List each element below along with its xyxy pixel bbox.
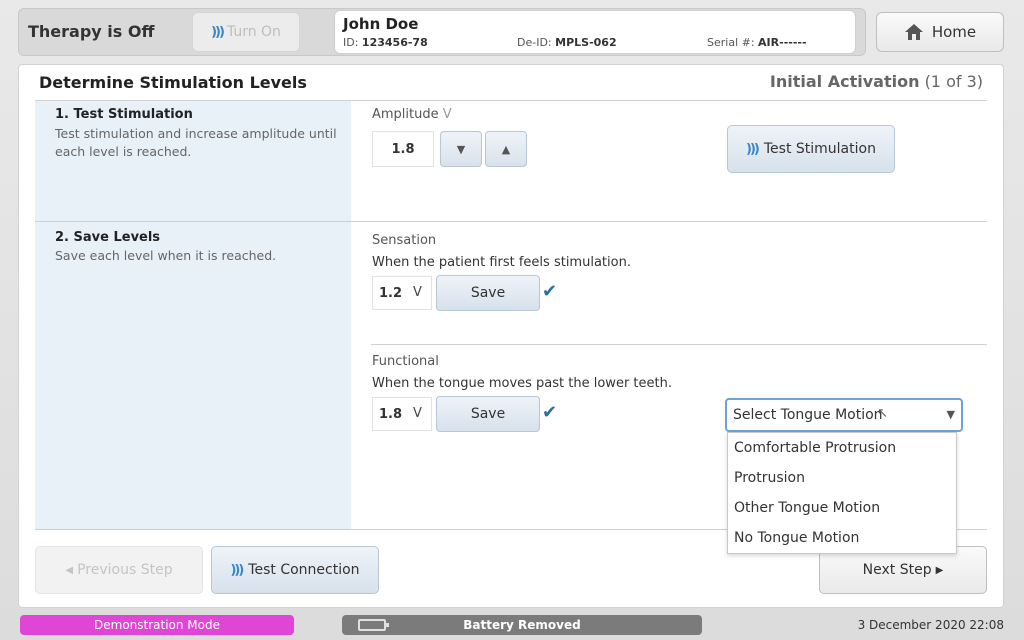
tongue-motion-select[interactable]: Select Tongue Motion ↖ ▼ (725, 398, 963, 432)
tongue-motion-placeholder: Select Tongue Motion (733, 407, 883, 423)
demonstration-mode-badge: Demonstration Mode (20, 615, 294, 635)
save-levels-description: Save each level when it is reached. (55, 248, 277, 263)
tongue-motion-option[interactable]: No Tongue Motion (728, 523, 956, 553)
battery-status-badge: Battery Removed (342, 615, 702, 635)
steps-panel (35, 101, 351, 529)
amplitude-label-text: Amplitude (372, 107, 439, 122)
save-levels-title: 2. Save Levels (55, 230, 161, 245)
amplitude-value: 1.8 (372, 131, 434, 167)
sensation-value-box: 1.2 (372, 276, 432, 310)
mouse-cursor-icon: ↖ (877, 406, 888, 421)
check-icon: ✔ (542, 402, 558, 423)
patient-serial-value: AIR------ (758, 36, 807, 49)
chevron-down-icon: ▼ (946, 408, 955, 421)
turn-on-button[interactable]: ))) Turn On (192, 12, 300, 52)
check-icon: ✔ (542, 281, 558, 302)
step-name: Initial Activation (769, 72, 920, 91)
patient-name: John Doe (343, 15, 419, 33)
divider (371, 344, 987, 345)
save-functional-button[interactable]: Save (436, 396, 540, 432)
battery-status-label: Battery Removed (463, 618, 581, 632)
datetime: 3 December 2020 22:08 (857, 618, 1004, 632)
therapy-status: Therapy is Off (28, 22, 155, 41)
step-indicator: Initial Activation (1 of 3) (770, 72, 983, 91)
arrow-down-icon: ▼ (456, 142, 466, 156)
functional-value-box: 1.8 (372, 397, 432, 431)
sensation-description: When the patient first feels stimulation… (372, 255, 631, 270)
tongue-motion-menu: Comfortable Protrusion Protrusion Other … (727, 432, 957, 554)
tongue-motion-option[interactable]: Other Tongue Motion (728, 493, 956, 523)
home-button[interactable]: Home (876, 12, 1004, 52)
patient-card: John Doe ID: 123456-78 De-ID: MPLS-062 S… (334, 10, 856, 54)
test-stimulation-title: 1. Test Stimulation (55, 107, 193, 122)
previous-step-label: Previous Step (77, 562, 173, 578)
test-connection-button[interactable]: ))) Test Connection (211, 546, 379, 594)
functional-value: 1.8 (379, 406, 403, 422)
home-label: Home (931, 23, 977, 41)
test-stimulation-description: Test stimulation and increase amplitude … (55, 126, 337, 159)
amplitude-decrease-button[interactable]: ▼ (440, 131, 482, 167)
patient-deid-value: MPLS-062 (555, 36, 617, 49)
amplitude-increase-button[interactable]: ▲ (485, 131, 527, 167)
patient-deid: De-ID: MPLS-062 (517, 36, 617, 49)
arrow-up-icon: ▲ (501, 142, 511, 156)
patient-id-label: ID: (343, 36, 359, 49)
next-step-label: Next Step (862, 562, 932, 578)
patient-serial: Serial #: AIR------ (707, 36, 807, 49)
functional-description: When the tongue moves past the lower tee… (372, 376, 672, 391)
test-stimulation-button[interactable]: ))) Test Stimulation (727, 125, 895, 173)
patient-deid-label: De-ID: (517, 36, 552, 49)
patient-id: ID: 123456-78 (343, 36, 428, 49)
tongue-motion-option[interactable]: Protrusion (728, 463, 956, 493)
test-stimulation-label: Test Stimulation (763, 141, 876, 157)
page-title: Determine Stimulation Levels (39, 73, 307, 92)
arrow-left-icon: ◀ (65, 564, 74, 576)
save-sensation-button[interactable]: Save (436, 275, 540, 311)
save-sensation-label: Save (470, 285, 506, 301)
previous-step-button[interactable]: ◀ Previous Step (35, 546, 203, 594)
patient-id-value: 123456-78 (361, 36, 428, 49)
arrow-right-icon: ▶ (935, 564, 944, 576)
wireless-icon: ))) (230, 562, 244, 578)
amplitude-label: Amplitude V (372, 107, 452, 122)
test-connection-label: Test Connection (248, 562, 360, 578)
save-functional-label: Save (470, 406, 506, 422)
tongue-motion-option[interactable]: Comfortable Protrusion (728, 433, 956, 463)
main-card: Determine Stimulation Levels Initial Act… (18, 64, 1004, 608)
step-progress: (1 of 3) (924, 72, 983, 91)
functional-label: Functional (372, 354, 439, 369)
functional-unit: V (413, 406, 422, 421)
wireless-icon: ))) (211, 24, 225, 40)
battery-icon (358, 619, 389, 631)
turn-on-label: Turn On (226, 24, 281, 40)
home-icon (904, 24, 923, 40)
amplitude-unit: V (442, 107, 452, 122)
patient-serial-label: Serial #: (707, 36, 755, 49)
sensation-unit: V (413, 285, 422, 300)
divider (35, 221, 987, 222)
sensation-label: Sensation (372, 233, 437, 248)
sensation-value: 1.2 (379, 285, 403, 301)
wireless-icon: ))) (746, 141, 760, 157)
